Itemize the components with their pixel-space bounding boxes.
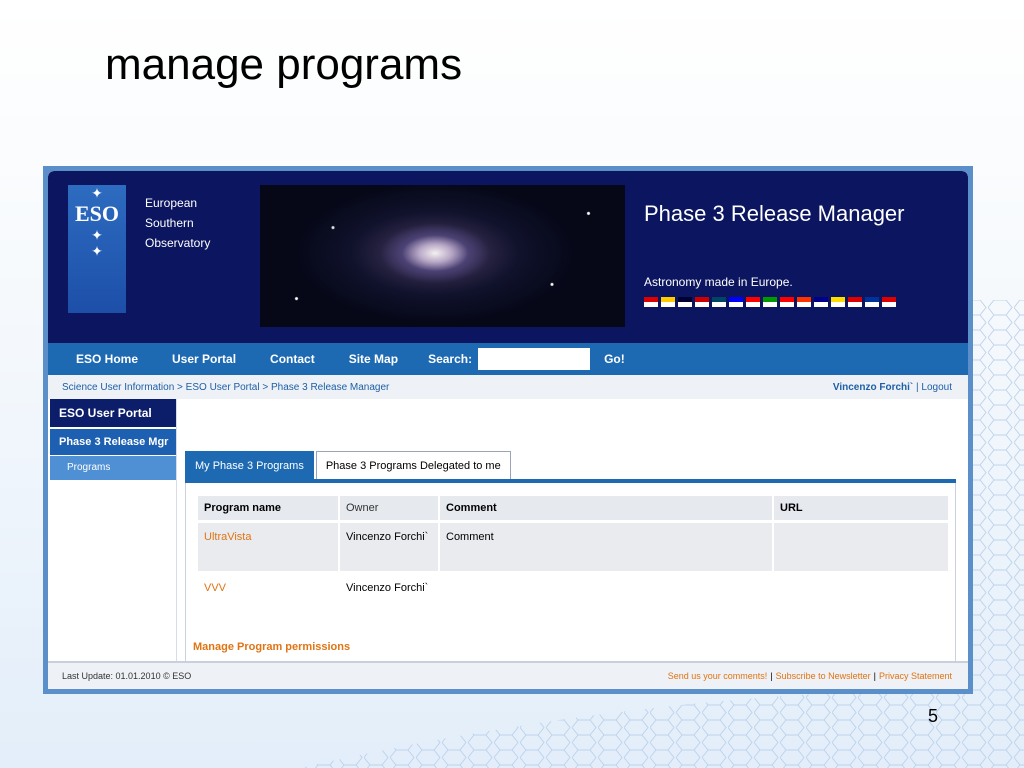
org-line: Southern xyxy=(145,216,194,230)
footer-links: Send us your comments! | Subscribe to News… xyxy=(668,671,952,681)
galaxy-banner-image xyxy=(260,185,625,327)
page-footer: Last Update: 01.01.2010 © ESO Send us yo… xyxy=(48,661,968,689)
org-name: European Southern Observatory xyxy=(145,193,210,253)
table-row: UltraVista Vincenzo Forchi` Comment xyxy=(198,523,948,571)
column-header[interactable]: Comment xyxy=(440,496,772,520)
sidebar-item-programs[interactable]: Programs xyxy=(50,456,176,480)
flag-icon[interactable] xyxy=(831,297,845,307)
star-icon: ✦ xyxy=(91,185,103,201)
comment-cell: Comment xyxy=(440,523,772,571)
flag-icon[interactable] xyxy=(882,297,896,307)
user-area: Vincenzo Forchi` | Logout xyxy=(833,382,952,393)
nav-eso-home[interactable]: ESO Home xyxy=(76,352,138,366)
owner-cell: Vincenzo Forchi` xyxy=(340,523,438,571)
separator: | xyxy=(873,671,876,681)
url-cell xyxy=(774,523,948,571)
slide-title: manage programs xyxy=(105,40,463,89)
newsletter-link[interactable]: Subscribe to Newsletter xyxy=(776,671,871,681)
flag-icon[interactable] xyxy=(763,297,777,307)
tab-delegated-programs[interactable]: Phase 3 Programs Delegated to me xyxy=(315,451,511,479)
table-row: VVV Vincenzo Forchi` xyxy=(198,574,948,622)
column-header[interactable]: URL xyxy=(774,496,948,520)
org-line: Observatory xyxy=(145,236,211,250)
programs-panel: Program name Owner Comment URL UltraVist… xyxy=(185,483,956,661)
last-update: Last Update: 01.01.2010 © ESO xyxy=(62,671,192,681)
owner-cell: Vincenzo Forchi` xyxy=(340,574,438,622)
flag-icon[interactable] xyxy=(865,297,879,307)
tab-bar: My Phase 3 Programs Phase 3 Programs Del… xyxy=(185,451,513,479)
flag-icon[interactable] xyxy=(712,297,726,307)
browser-page: ✦ ESO ✦ ✦ European Southern Observatory … xyxy=(48,171,968,689)
flag-icon[interactable] xyxy=(729,297,743,307)
screenshot-frame: ✦ ESO ✦ ✦ European Southern Observatory … xyxy=(43,166,973,694)
breadcrumb[interactable]: Science User Information > ESO User Port… xyxy=(62,382,389,393)
slide-number: 5 xyxy=(927,706,938,726)
privacy-link[interactable]: Privacy Statement xyxy=(879,671,952,681)
eso-logo[interactable]: ✦ ESO ✦ ✦ xyxy=(68,185,126,313)
org-line: European xyxy=(145,196,198,210)
sidebar-divider xyxy=(176,399,177,661)
separator: | xyxy=(770,671,773,681)
language-flags xyxy=(644,297,896,307)
url-cell xyxy=(774,574,948,622)
sidebar-item-user-portal[interactable]: ESO User Portal xyxy=(50,399,176,427)
search-input[interactable] xyxy=(478,348,591,370)
app-title: Phase 3 Release Manager xyxy=(644,201,905,226)
search-label: Search: xyxy=(428,352,473,366)
sidebar: ESO User Portal Phase 3 Release Mgr Prog… xyxy=(50,399,176,480)
column-header[interactable]: Program name xyxy=(198,496,338,520)
manage-permissions-link[interactable]: Manage Program permissions xyxy=(193,641,350,653)
flag-icon[interactable] xyxy=(848,297,862,307)
column-header[interactable]: Owner xyxy=(340,496,438,520)
flag-icon[interactable] xyxy=(678,297,692,307)
user-name[interactable]: Vincenzo Forchi` xyxy=(833,382,913,393)
nav-user-portal[interactable]: User Portal xyxy=(172,352,236,366)
tagline: Astronomy made in Europe. xyxy=(644,275,793,289)
program-link[interactable]: VVV xyxy=(204,582,226,594)
comment-cell xyxy=(440,574,772,622)
go-button[interactable]: Go! xyxy=(604,352,625,366)
tab-my-programs[interactable]: My Phase 3 Programs xyxy=(185,451,314,479)
comments-link[interactable]: Send us your comments! xyxy=(668,671,768,681)
program-link[interactable]: UltraVista xyxy=(204,531,251,543)
nav-contact[interactable]: Contact xyxy=(270,352,315,366)
flag-icon[interactable] xyxy=(814,297,828,307)
programs-table: Program name Owner Comment URL UltraVist… xyxy=(196,493,950,625)
flag-icon[interactable] xyxy=(780,297,794,307)
nav-site-map[interactable]: Site Map xyxy=(349,352,398,366)
program-name-cell: UltraVista xyxy=(198,523,338,571)
table-header-row: Program name Owner Comment URL xyxy=(198,496,948,520)
flag-icon[interactable] xyxy=(644,297,658,307)
flag-icon[interactable] xyxy=(661,297,675,307)
breadcrumb-bar: Science User Information > ESO User Port… xyxy=(48,375,968,399)
star-icon: ✦ xyxy=(91,243,103,259)
flag-icon[interactable] xyxy=(746,297,760,307)
site-header: ✦ ESO ✦ ✦ European Southern Observatory … xyxy=(48,171,968,343)
sidebar-item-release-mgr[interactable]: Phase 3 Release Mgr xyxy=(50,429,176,455)
flag-icon[interactable] xyxy=(695,297,709,307)
program-name-cell: VVV xyxy=(198,574,338,622)
eso-logo-text: ESO xyxy=(74,201,120,226)
main-nav: ESO Home User Portal Contact Site Map Se… xyxy=(48,343,968,375)
star-icon: ✦ xyxy=(91,227,103,243)
flag-icon[interactable] xyxy=(797,297,811,307)
logout-link[interactable]: | Logout xyxy=(916,382,952,393)
